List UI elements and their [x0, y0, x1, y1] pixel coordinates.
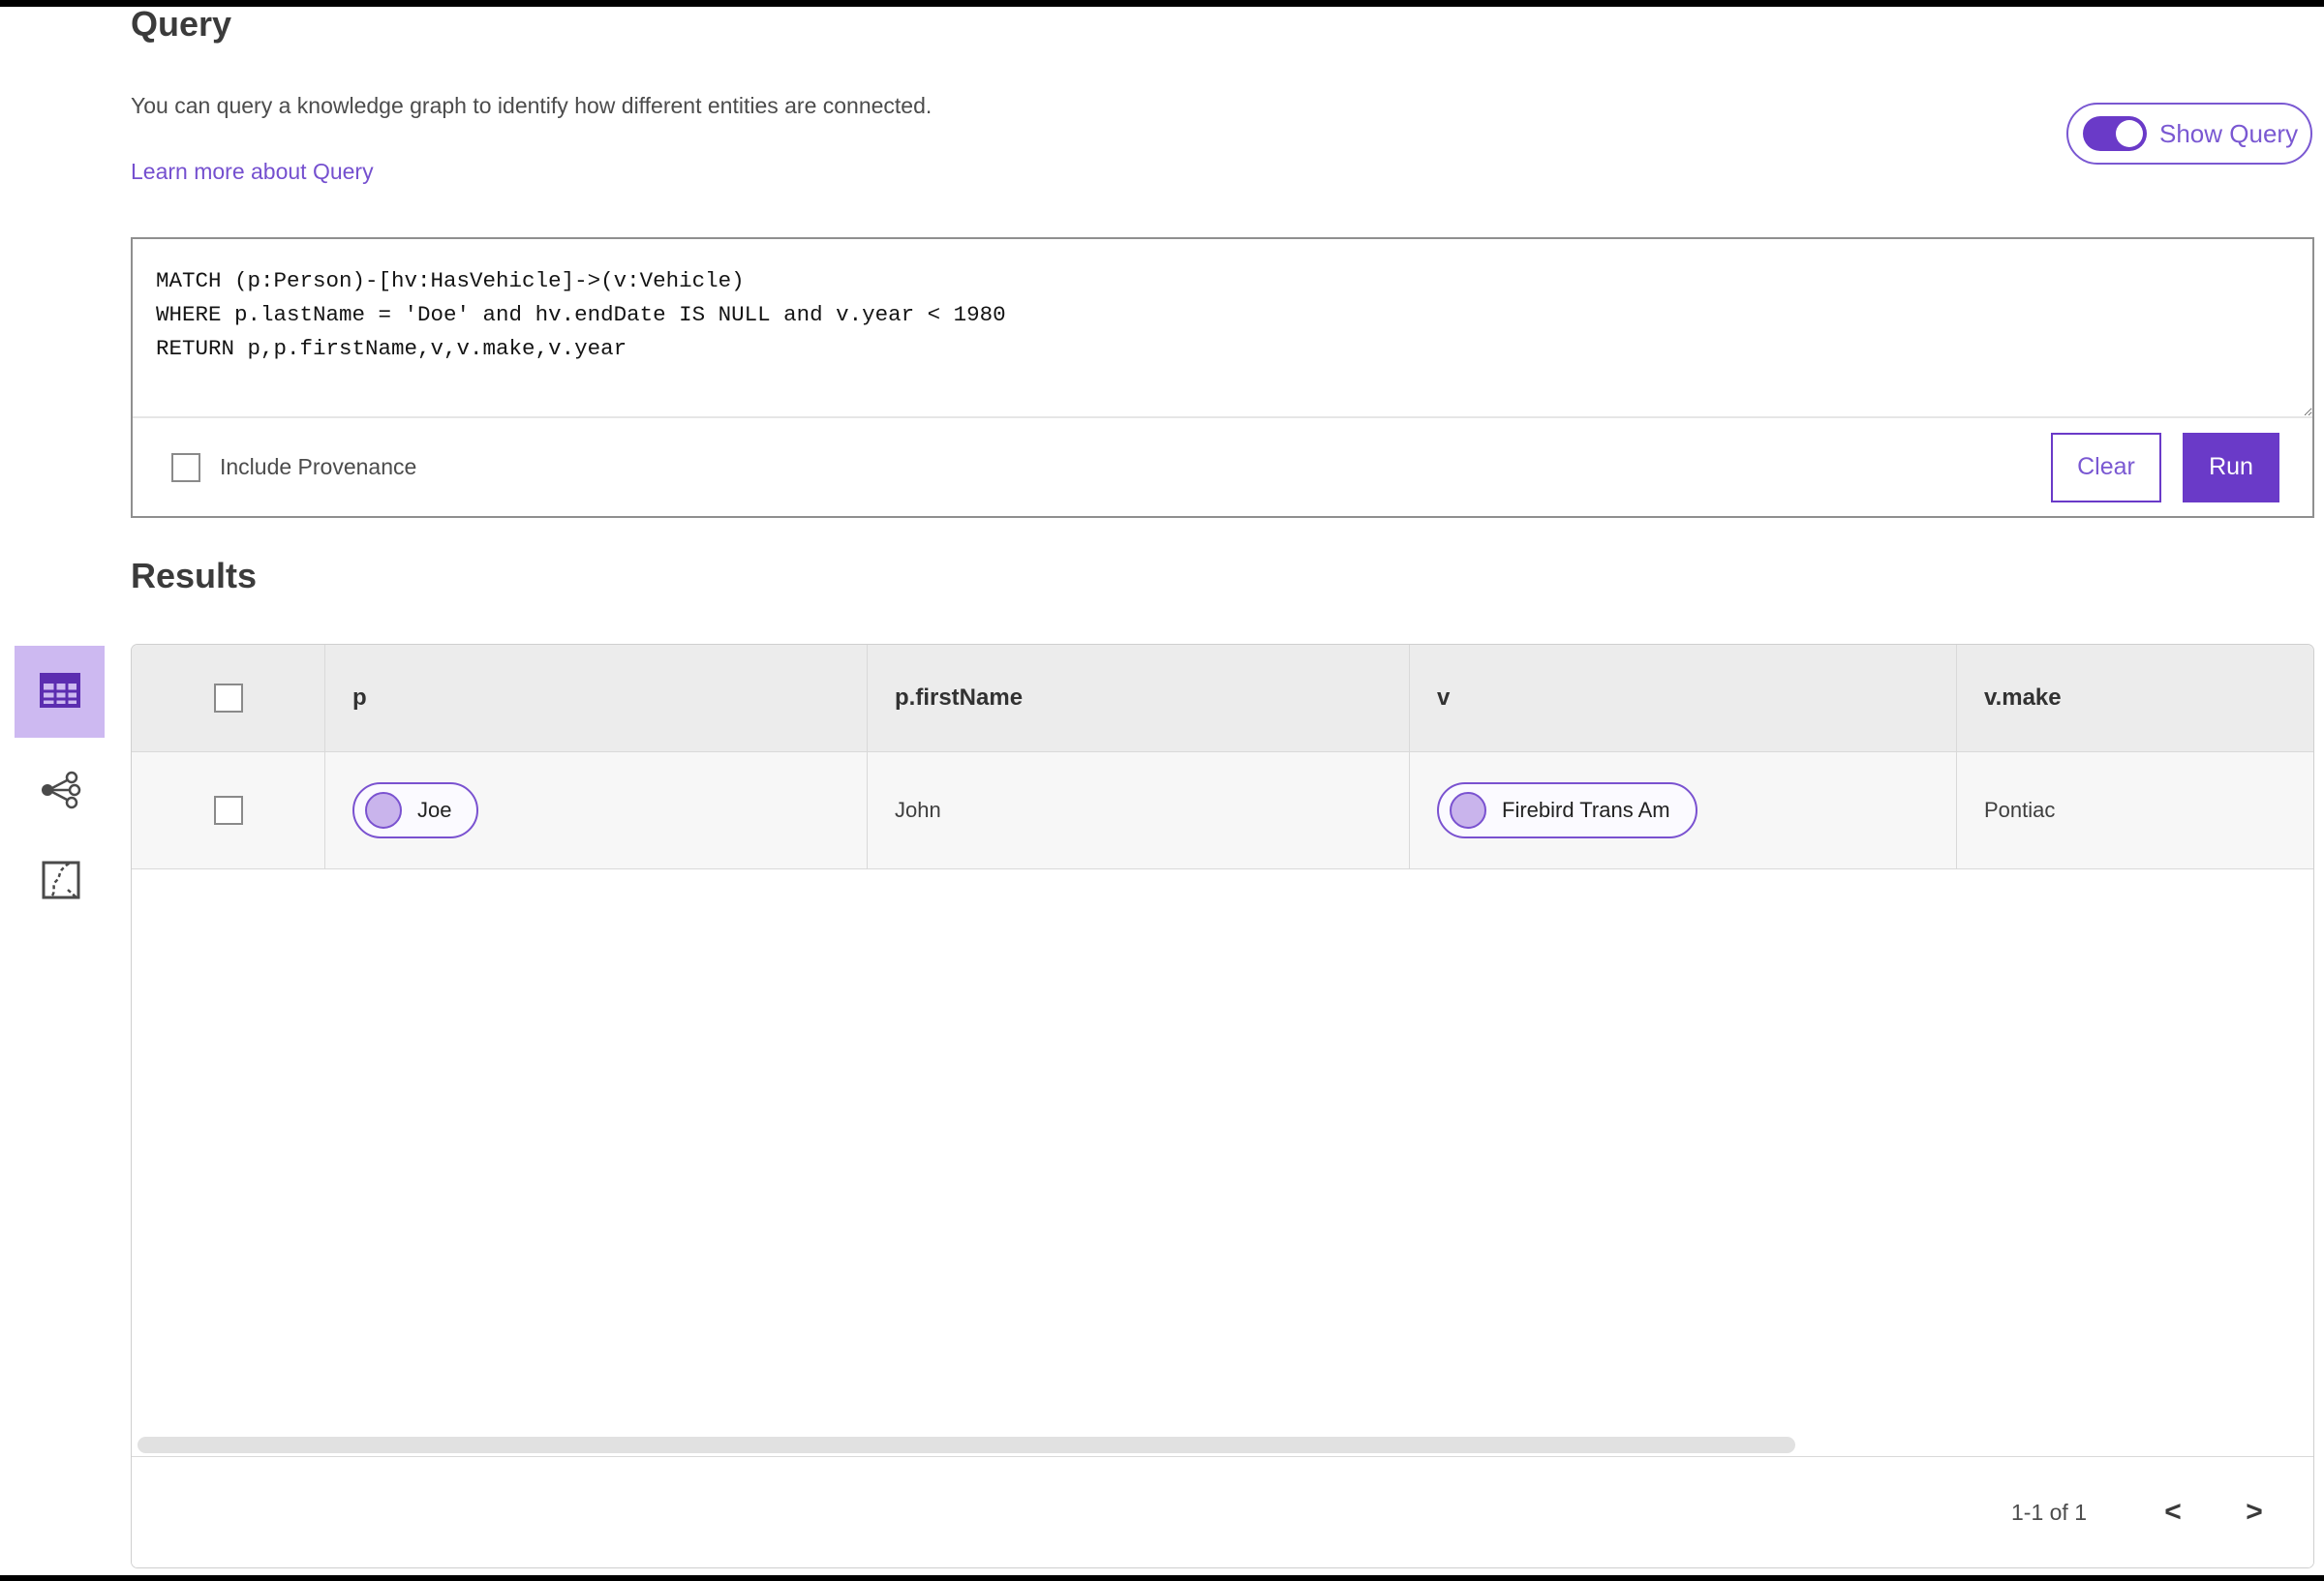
results-panel: p p.firstName v v.make Joe John Firebird… [131, 644, 2314, 1568]
row-select-cell [132, 752, 325, 868]
show-query-label: Show Query [2159, 118, 2299, 148]
row-select-checkbox[interactable] [213, 796, 243, 825]
chevron-right-icon[interactable]: > [2232, 1490, 2277, 1535]
include-provenance-checkbox[interactable] [171, 452, 200, 482]
cell-v: Firebird Trans Am [1410, 752, 1957, 868]
entity-dot-icon [1450, 792, 1486, 829]
results-title: Results [131, 556, 258, 595]
column-header-v: v [1410, 645, 1957, 751]
map-view-button[interactable] [35, 856, 87, 906]
entity-pill-label: Joe [417, 798, 452, 822]
cell-p-firstname: John [868, 752, 1410, 868]
link-chart-view-button[interactable] [31, 766, 89, 816]
link-chart-icon [39, 771, 81, 812]
page-description: You can query a knowledge graph to ident… [131, 93, 933, 118]
toggle-knob [2116, 120, 2143, 147]
page-title: Query [131, 4, 232, 44]
show-query-toggle[interactable]: Show Query [2066, 103, 2312, 165]
map-icon [41, 860, 81, 903]
horizontal-scrollbar-thumb[interactable] [138, 1437, 1795, 1453]
chevron-left-icon[interactable]: < [2151, 1490, 2195, 1535]
query-editor-footer: Include Provenance Clear Run [133, 416, 2312, 516]
cell-p: Joe [325, 752, 868, 868]
table-empty-area [132, 869, 2313, 1456]
cell-v-make: Pontiac [1984, 798, 2056, 822]
include-provenance-label[interactable]: Include Provenance [220, 454, 416, 480]
table-icon [37, 667, 83, 716]
column-header-p-firstname: p.firstName [868, 645, 1410, 751]
query-page: Query You can query a knowledge graph to… [0, 0, 2324, 1581]
select-all-checkbox[interactable] [213, 684, 243, 713]
query-input[interactable]: MATCH (p:Person)-[hv:HasVehicle]->(v:Veh… [133, 239, 2312, 416]
column-header-v-make: v.make [1984, 684, 2062, 711]
table-pagination-footer: 1-1 of 1 < > [132, 1456, 2313, 1567]
entity-pill-person[interactable]: Joe [352, 782, 479, 838]
bottom-edge-bar [0, 1575, 2324, 1581]
pagination-range-label: 1-1 of 1 [2011, 1499, 2087, 1525]
entity-pill-label: Firebird Trans Am [1502, 798, 1670, 822]
table-header-row: p p.firstName v v.make [132, 645, 2313, 752]
entity-dot-icon [365, 792, 402, 829]
column-header-p: p [325, 645, 868, 751]
top-edge-bar [0, 0, 2324, 7]
header-select-cell [132, 645, 325, 751]
table-view-button[interactable] [15, 646, 105, 738]
clear-button[interactable]: Clear [2051, 432, 2161, 502]
toggle-switch-icon[interactable] [2083, 116, 2147, 151]
query-editor: MATCH (p:Person)-[hv:HasVehicle]->(v:Veh… [131, 237, 2314, 518]
learn-more-link[interactable]: Learn more about Query [131, 159, 374, 185]
run-button[interactable]: Run [2183, 432, 2279, 502]
entity-pill-vehicle[interactable]: Firebird Trans Am [1437, 782, 1697, 838]
table-row: Joe John Firebird Trans Am Pontiac [132, 752, 2313, 869]
